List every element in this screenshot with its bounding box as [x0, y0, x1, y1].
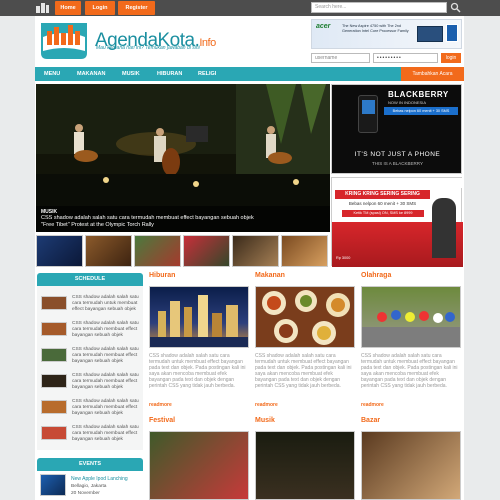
event-image[interactable] — [40, 474, 66, 496]
schedule-item-text: CSS shadow adalah salah satu cara termud… — [72, 347, 139, 364]
main-nav: MENU MAKANAN MUSIK HIBURAN RELIGI — [35, 67, 464, 81]
schedule-item[interactable]: CSS shadow adalah salah satu cara termud… — [40, 344, 142, 366]
nav-item-religi[interactable]: RELIGI — [198, 67, 216, 81]
register-button[interactable]: Register — [118, 1, 155, 15]
slider-caption-line1: CSS shadow adalah salah satu cara termud… — [41, 215, 254, 221]
thumbnail-5[interactable] — [232, 235, 279, 267]
schedule-item-image — [41, 348, 67, 362]
blackberry-ad-sub: NOW IN INDONESIA — [388, 100, 427, 105]
schedule-item-text: CSS shadow adalah salah satu cara termud… — [72, 399, 139, 416]
search-input[interactable]: Search here... — [311, 2, 447, 13]
events-header: EVENTS — [37, 458, 143, 471]
nav-item-musik[interactable]: MUSIK — [122, 67, 140, 81]
schedule-header: SCHEDULE — [37, 273, 143, 286]
slider-thumbnails — [36, 235, 330, 268]
column-title-musik[interactable]: Musik — [255, 417, 275, 424]
nav-item-makanan[interactable]: MAKANAN — [77, 67, 105, 81]
thumbnail-3[interactable] — [134, 235, 181, 267]
home-button[interactable]: Home — [55, 1, 81, 15]
login-link-button[interactable]: Login — [85, 1, 115, 15]
telkomsel-ad-price: Rp 3000 — [336, 256, 351, 260]
laptop-image — [417, 26, 443, 42]
blackberry-phone-image — [358, 95, 378, 133]
acer-banner-ad[interactable]: acer The New Aspire 4750 with The 2nd Ge… — [311, 19, 462, 49]
search-icon[interactable] — [450, 2, 461, 13]
city-skyline-image — [150, 295, 248, 347]
readmore-link[interactable]: readmore — [255, 402, 278, 408]
event-date: 20 November — [71, 491, 100, 496]
agendakota-logo-icon[interactable] — [37, 19, 91, 63]
schedule-list: CSS shadow adalah salah satu cara termud… — [37, 286, 143, 450]
schedule-item-image — [41, 322, 67, 336]
schedule-item[interactable]: CSS shadow adalah salah satu cara termud… — [40, 292, 142, 314]
login-button[interactable]: login — [441, 53, 461, 63]
column-title-hiburan[interactable]: Hiburan — [149, 272, 175, 279]
top-bar: Home Login Register Search here... — [0, 0, 500, 16]
nav-item-menu[interactable]: MENU — [44, 67, 60, 81]
schedule-item-text: CSS shadow adalah salah satu cara termud… — [72, 295, 139, 312]
telkomsel-ad-title: KRING KRING SERING SERING — [335, 190, 430, 199]
food-plates-image — [262, 290, 350, 345]
site-mini-logo-icon[interactable] — [36, 2, 50, 14]
schedule-item[interactable]: CSS shadow adalah salah satu cara termud… — [40, 370, 142, 392]
hiburan-text: CSS shadow adalah salah satu cara termud… — [149, 353, 246, 389]
column-title-bazar[interactable]: Bazar — [361, 417, 380, 424]
slider-caption: MUSIK CSS shadow adalah salah satu cara … — [36, 206, 330, 232]
event-place: Bellagio, Jakarta — [71, 484, 107, 489]
telkomsel-ad-sub: Bebas nelpon 60 menit + 30 SMS — [348, 201, 417, 206]
telkomsel-ad-header — [332, 178, 463, 188]
slider-caption-line2: "Free Tibet" Protest at the Olympic Torc… — [41, 222, 154, 228]
schedule-item-image — [41, 400, 67, 414]
thumbnail-6[interactable] — [281, 235, 328, 267]
schedule-item[interactable]: CSS shadow adalah salah satu cara termud… — [40, 318, 142, 340]
column-title-olahraga[interactable]: Olahraga — [361, 272, 391, 279]
schedule-item-text: CSS shadow adalah salah satu cara termud… — [72, 321, 139, 338]
olahraga-text: CSS shadow adalah salah satu cara termud… — [361, 353, 458, 389]
event-title[interactable]: New Apple Ipod Lanching — [71, 476, 128, 482]
musik-image[interactable] — [255, 431, 355, 500]
makanan-text: CSS shadow adalah salah satu cara termud… — [255, 353, 352, 389]
schedule-item-text: CSS shadow adalah salah satu cara termud… — [72, 425, 139, 442]
add-event-button[interactable]: Tambahkan Acara — [401, 67, 464, 81]
nav-item-hiburan[interactable]: HIBURAN — [157, 67, 182, 81]
password-field[interactable]: ••••••••• — [373, 53, 438, 63]
username-field[interactable]: username — [311, 53, 370, 63]
schedule-item[interactable]: CSS shadow adalah salah satu cara termud… — [40, 422, 142, 444]
telkomsel-model-image — [432, 198, 456, 258]
schedule-item-image — [41, 374, 67, 388]
cycling-race-image — [362, 310, 460, 347]
bazar-image[interactable] — [361, 431, 461, 500]
festival-image[interactable] — [149, 431, 249, 500]
telkomsel-ad-cta: Ketik TM (spasi) ON, SMS ke 8999 — [342, 210, 424, 217]
thumbnail-1[interactable] — [36, 235, 83, 267]
olahraga-image[interactable] — [361, 286, 461, 348]
blackberry-ad[interactable]: BLACKBERRY NOW IN INDONESIA Bebas nelpon… — [331, 84, 462, 174]
hiburan-image[interactable] — [149, 286, 249, 348]
thumbnail-4[interactable] — [183, 235, 230, 267]
readmore-link[interactable]: readmore — [149, 402, 172, 408]
schedule-item-text: CSS shadow adalah salah satu cara termud… — [72, 373, 139, 390]
telkomsel-ad[interactable]: KRING KRING SERING SERING Bebas nelpon 6… — [331, 177, 463, 267]
acer-logo: acer — [316, 23, 331, 30]
column-title-festival[interactable]: Festival — [149, 417, 175, 424]
blackberry-slogan-1: IT'S NOT JUST A PHONE — [354, 151, 441, 158]
column-title-makanan[interactable]: Makanan — [255, 272, 285, 279]
makanan-image[interactable] — [255, 286, 355, 348]
schedule-item[interactable]: CSS shadow adalah salah satu cara termud… — [40, 396, 142, 418]
acer-ad-text: The New Aspire 4750 with The 2nd Generat… — [342, 24, 409, 33]
readmore-link[interactable]: readmore — [361, 402, 384, 408]
blackberry-ad-brand: BLACKBERRY — [388, 90, 449, 99]
blackberry-promo: Bebas nelpon 60 menit + 30 SMS — [384, 107, 458, 115]
featured-slider[interactable]: MUSIK CSS shadow adalah salah satu cara … — [36, 84, 330, 232]
site-tagline: Mau kemana hari ini? Temukan jawaban di … — [96, 45, 200, 51]
schedule-item-image — [41, 426, 67, 440]
intel-badge-icon — [446, 24, 458, 42]
schedule-item-image — [41, 296, 67, 310]
thumbnail-2[interactable] — [85, 235, 132, 267]
blackberry-slogan-2: THIS IS A BLACKBERRY — [372, 161, 423, 166]
